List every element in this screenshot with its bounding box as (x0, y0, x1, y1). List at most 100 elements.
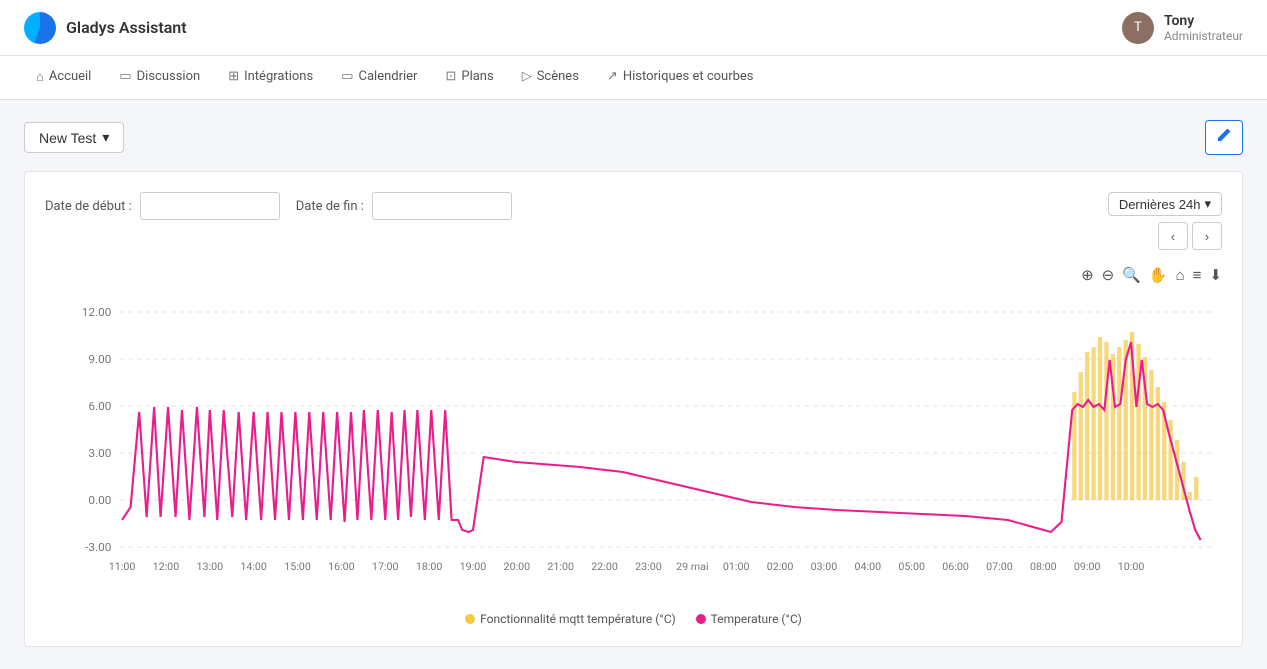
svg-text:08:00: 08:00 (1030, 560, 1057, 573)
date-filters: Date de début : Date de fin : (45, 192, 512, 220)
svg-text:6.00: 6.00 (88, 399, 111, 413)
nav-label-calendrier: Calendrier (359, 69, 418, 84)
main-nav: ⌂ Accueil ▭ Discussion ⊞ Intégrations ▭ … (0, 56, 1267, 100)
nav-item-discussion[interactable]: ▭ Discussion (107, 56, 212, 100)
legend-mqtt: Fonctionnalité mqtt température (°C) (465, 612, 676, 626)
date-start-input[interactable] (140, 192, 280, 220)
magnify-icon[interactable]: 🔍 (1122, 266, 1141, 284)
nav-label-historiques: Historiques et courbes (623, 69, 754, 84)
user-info: Tony Administrateur (1164, 13, 1243, 43)
scenes-icon: ▷ (522, 69, 532, 84)
svg-text:13:00: 13:00 (196, 560, 223, 573)
svg-text:-3.00: -3.00 (85, 540, 111, 554)
svg-text:23:00: 23:00 (635, 560, 662, 573)
prev-arrow-button[interactable]: ‹ (1158, 222, 1188, 250)
chart-area: 12.00 9.00 6.00 3.00 0.00 -3.00 11:00 12… (45, 292, 1222, 602)
nav-label-discussion: Discussion (137, 69, 201, 84)
time-range-label: Dernières 24h (1119, 197, 1201, 212)
legend-label-temp: Temperature (°C) (711, 612, 802, 626)
svg-text:21:00: 21:00 (547, 560, 574, 573)
page-content: New Test ▾ Date de début : Date de fin : (0, 100, 1267, 667)
legend-label-mqtt: Fonctionnalité mqtt température (°C) (480, 612, 676, 626)
chart-svg: 12.00 9.00 6.00 3.00 0.00 -3.00 11:00 12… (45, 292, 1222, 602)
calendar-icon: ▭ (341, 69, 353, 84)
nav-label-plans: Plans (461, 69, 493, 84)
left-arrow-icon: ‹ (1171, 229, 1175, 244)
nav-label-accueil: Accueil (49, 69, 91, 84)
svg-text:14:00: 14:00 (240, 560, 267, 573)
svg-text:20:00: 20:00 (504, 560, 531, 573)
svg-text:04:00: 04:00 (855, 560, 882, 573)
svg-text:10:00: 10:00 (1118, 560, 1145, 573)
new-test-dropdown[interactable]: New Test ▾ (24, 122, 124, 153)
menu-icon[interactable]: ≡ (1193, 266, 1202, 284)
date-start-group: Date de début : (45, 192, 280, 220)
svg-text:16:00: 16:00 (328, 560, 355, 573)
user-role: Administrateur (1164, 29, 1243, 43)
svg-text:11:00: 11:00 (109, 560, 136, 573)
right-arrow-icon: › (1205, 229, 1209, 244)
svg-text:18:00: 18:00 (416, 560, 443, 573)
svg-text:03:00: 03:00 (811, 560, 838, 573)
nav-item-plans[interactable]: ⊡ Plans (433, 56, 505, 100)
svg-text:09:00: 09:00 (1074, 560, 1101, 573)
svg-text:02:00: 02:00 (767, 560, 794, 573)
header-user-area: T Tony Administrateur (1122, 12, 1243, 44)
svg-text:05:00: 05:00 (898, 560, 925, 573)
nav-arrows: ‹ › (1158, 222, 1222, 250)
plans-icon: ⊡ (445, 69, 456, 84)
svg-text:22:00: 22:00 (591, 560, 618, 573)
zoom-in-icon[interactable]: ⊕ (1081, 266, 1094, 284)
chart-container: Date de début : Date de fin : Dernières … (24, 171, 1243, 647)
svg-text:0.00: 0.00 (88, 493, 111, 507)
chart-controls: Date de début : Date de fin : Dernières … (45, 192, 1222, 250)
chevron-down-icon: ▾ (1204, 196, 1211, 212)
edit-button[interactable] (1205, 120, 1243, 155)
date-end-label: Date de fin : (296, 199, 364, 214)
history-icon: ↗ (607, 69, 618, 84)
nav-item-calendrier[interactable]: ▭ Calendrier (329, 56, 429, 100)
page-toolbar: New Test ▾ (24, 120, 1243, 155)
svg-text:12.00: 12.00 (82, 305, 112, 319)
integrations-icon: ⊞ (228, 69, 239, 84)
reset-home-icon[interactable]: ⌂ (1176, 266, 1185, 284)
app-header: Gladys Assistant T Tony Administrateur (0, 0, 1267, 56)
legend-dot-mqtt (465, 614, 475, 624)
date-end-group: Date de fin : (296, 192, 512, 220)
pan-icon[interactable]: ✋ (1149, 266, 1168, 284)
user-name: Tony (1164, 13, 1243, 29)
svg-text:17:00: 17:00 (372, 560, 399, 573)
svg-text:01:00: 01:00 (723, 560, 750, 573)
edit-icon (1216, 130, 1232, 147)
nav-item-historiques[interactable]: ↗ Historiques et courbes (595, 56, 766, 100)
nav-item-accueil[interactable]: ⌂ Accueil (24, 56, 103, 100)
app-logo (24, 12, 56, 44)
nav-label-scenes: Scènes (537, 69, 579, 84)
avatar: T (1122, 12, 1154, 44)
zoom-out-icon[interactable]: ⊖ (1102, 266, 1115, 284)
svg-text:15:00: 15:00 (284, 560, 311, 573)
svg-text:06:00: 06:00 (942, 560, 969, 573)
svg-text:9.00: 9.00 (88, 352, 111, 366)
svg-text:3.00: 3.00 (88, 446, 111, 460)
date-start-label: Date de début : (45, 199, 132, 214)
legend-temp: Temperature (°C) (696, 612, 802, 626)
nav-item-scenes[interactable]: ▷ Scènes (510, 56, 591, 100)
legend-dot-temp (696, 614, 706, 624)
dropdown-label: New Test (39, 130, 96, 146)
chart-legend: Fonctionnalité mqtt température (°C) Tem… (45, 612, 1222, 626)
time-range-button[interactable]: Dernières 24h ▾ (1108, 192, 1222, 216)
date-end-input[interactable] (372, 192, 512, 220)
temperature-line (122, 342, 1201, 540)
discussion-icon: ▭ (119, 69, 131, 84)
svg-text:12:00: 12:00 (153, 560, 180, 573)
svg-text:29 mai: 29 mai (676, 560, 708, 573)
time-nav: Dernières 24h ▾ ‹ › (1108, 192, 1222, 250)
dropdown-arrow-icon: ▾ (102, 129, 109, 146)
next-arrow-button[interactable]: › (1192, 222, 1222, 250)
home-icon: ⌂ (36, 69, 44, 85)
chart-toolbar: ⊕ ⊖ 🔍 ✋ ⌂ ≡ ⬇ (45, 266, 1222, 284)
download-icon[interactable]: ⬇ (1209, 266, 1222, 284)
app-title: Gladys Assistant (66, 18, 187, 37)
nav-item-integrations[interactable]: ⊞ Intégrations (216, 56, 325, 100)
